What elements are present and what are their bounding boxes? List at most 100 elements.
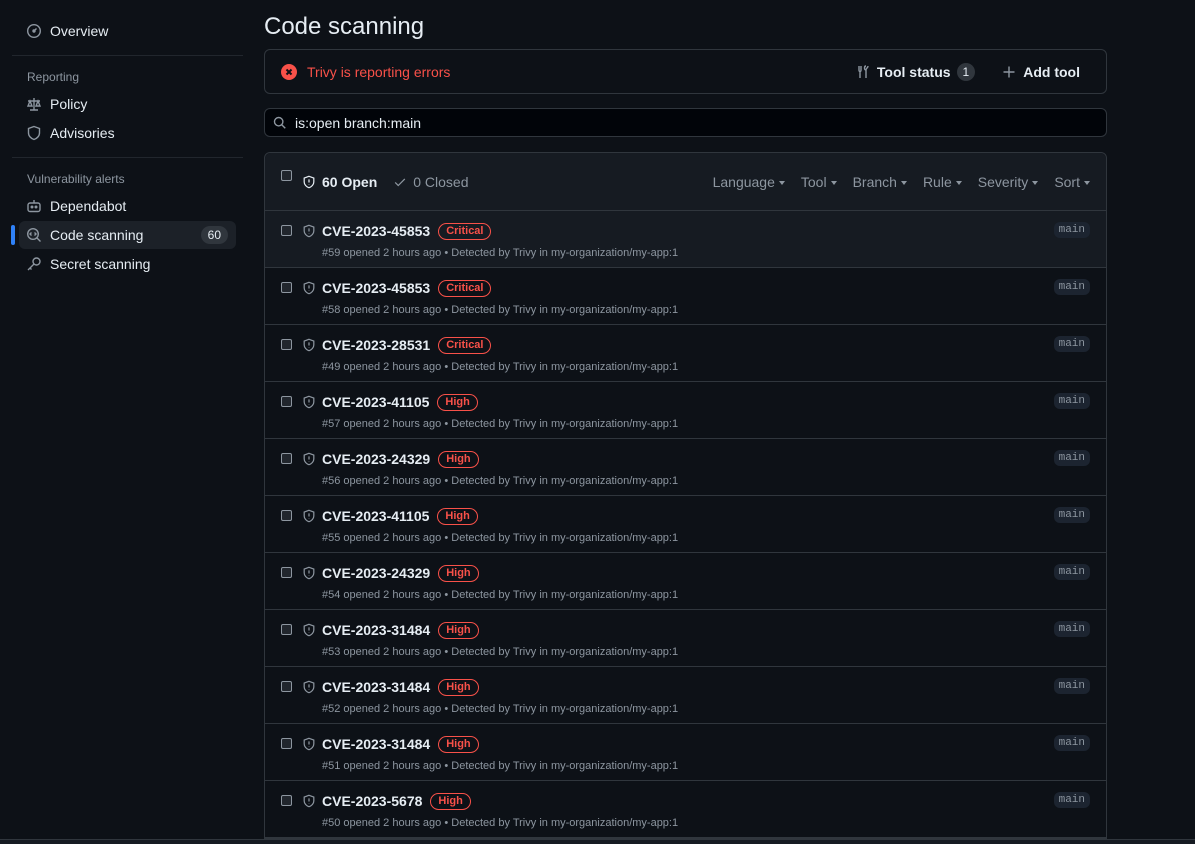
select-all-checkbox[interactable] <box>281 170 292 181</box>
alert-meta: #53 opened 2 hours ago • Detected by Tri… <box>322 646 678 658</box>
tool-filter[interactable]: Tool <box>801 174 837 190</box>
alert-row[interactable]: CVE-2023-31484 High #53 opened 2 hours a… <box>265 610 1106 667</box>
alert-title-link[interactable]: CVE-2023-45853 <box>322 280 430 296</box>
alert-opened: opened 2 hours ago <box>343 589 442 601</box>
alert-location-link[interactable]: my-organization/my-app:1 <box>551 817 678 829</box>
search-input[interactable] <box>295 114 1098 131</box>
severity-label: High <box>438 564 479 582</box>
alert-checkbox[interactable] <box>281 795 292 806</box>
alert-row[interactable]: CVE-2023-28531 Critical #49 opened 2 hou… <box>265 325 1106 382</box>
alert-title-link[interactable]: CVE-2023-31484 <box>322 622 430 638</box>
alert-checkbox[interactable] <box>281 738 292 749</box>
alert-title-link[interactable]: CVE-2023-45853 <box>322 223 430 239</box>
alert-detected-prefix: • Detected by <box>444 760 510 772</box>
sidebar-divider <box>12 157 243 158</box>
alert-location-link[interactable]: my-organization/my-app:1 <box>551 589 678 601</box>
search-bar[interactable] <box>264 108 1107 137</box>
sort-menu[interactable]: Sort <box>1054 174 1090 190</box>
alert-detected-prefix: • Detected by <box>444 817 510 829</box>
alert-number: #57 <box>322 418 341 430</box>
alert-location-link[interactable]: my-organization/my-app:1 <box>551 361 678 373</box>
alert-location-link[interactable]: my-organization/my-app:1 <box>551 760 678 772</box>
x-circle-icon <box>281 63 297 80</box>
alert-title-link[interactable]: CVE-2023-41105 <box>322 508 429 524</box>
alert-detected-prefix: • Detected by <box>444 475 510 487</box>
alert-opened: opened 2 hours ago <box>343 646 442 658</box>
alert-tool: Trivy <box>512 475 537 487</box>
alert-location-link[interactable]: my-organization/my-app:1 <box>551 703 678 715</box>
alert-number: #53 <box>322 646 341 658</box>
alert-title-link[interactable]: CVE-2023-28531 <box>322 337 430 353</box>
alert-location-link[interactable]: my-organization/my-app:1 <box>551 532 678 544</box>
sidebar-item-label: Dependabot <box>50 198 127 214</box>
tool-status-button[interactable]: Tool status 1 <box>855 62 976 81</box>
shield-alert-icon <box>302 281 316 295</box>
severity-filter[interactable]: Severity <box>978 174 1039 190</box>
alert-number: #58 <box>322 304 341 316</box>
alert-row[interactable]: CVE-2023-41105 High #57 opened 2 hours a… <box>265 382 1106 439</box>
error-banner-text: Trivy is reporting errors <box>307 63 451 80</box>
severity-label: High <box>437 507 478 525</box>
closed-filter[interactable]: 0 Closed <box>393 174 469 190</box>
alert-title-link[interactable]: CVE-2023-5678 <box>322 793 422 809</box>
alert-title-link[interactable]: CVE-2023-41105 <box>322 394 429 410</box>
alert-row[interactable]: CVE-2023-45853 Critical #58 opened 2 hou… <box>265 268 1106 325</box>
alert-checkbox[interactable] <box>281 282 292 293</box>
alert-in: in <box>539 703 548 715</box>
open-filter[interactable]: 60 Open <box>302 174 377 190</box>
alert-number: #50 <box>322 817 341 829</box>
sidebar-item-secret-scanning[interactable]: Secret scanning <box>12 250 243 278</box>
alert-checkbox[interactable] <box>281 681 292 692</box>
alert-title-link[interactable]: CVE-2023-24329 <box>322 451 430 467</box>
alert-location-link[interactable]: my-organization/my-app:1 <box>551 418 678 430</box>
rule-filter[interactable]: Rule <box>923 174 962 190</box>
tool-status-label: Tool status <box>876 63 951 80</box>
alert-checkbox[interactable] <box>281 396 292 407</box>
tools-icon <box>858 64 869 78</box>
filter-menus: Language Tool Branch Rule Severity Sort <box>697 174 1090 190</box>
alert-meta: #55 opened 2 hours ago • Detected by Tri… <box>322 532 678 544</box>
alert-location-link[interactable]: my-organization/my-app:1 <box>551 304 678 316</box>
alert-checkbox[interactable] <box>281 453 292 464</box>
alert-detected-prefix: • Detected by <box>444 532 510 544</box>
alert-title-link[interactable]: CVE-2023-24329 <box>322 565 430 581</box>
alert-meta: #51 opened 2 hours ago • Detected by Tri… <box>322 760 678 772</box>
alert-in: in <box>539 532 548 544</box>
alert-opened: opened 2 hours ago <box>343 304 442 316</box>
alert-checkbox[interactable] <box>281 567 292 578</box>
check-icon <box>395 178 406 186</box>
sidebar-item-policy[interactable]: Policy <box>12 90 243 118</box>
alert-row[interactable]: CVE-2023-41105 High #55 opened 2 hours a… <box>265 496 1106 553</box>
alert-row[interactable]: CVE-2023-45853 Critical #59 opened 2 hou… <box>265 211 1106 268</box>
alert-tool: Trivy <box>512 589 537 601</box>
sidebar-item-code-scanning[interactable]: Code scanning 60 <box>11 221 236 249</box>
alert-location-link[interactable]: my-organization/my-app:1 <box>551 247 678 259</box>
alert-row[interactable]: CVE-2023-31484 High #52 opened 2 hours a… <box>265 667 1106 724</box>
language-filter[interactable]: Language <box>713 174 785 190</box>
alert-location-link[interactable]: my-organization/my-app:1 <box>551 475 678 487</box>
alert-location-link[interactable]: my-organization/my-app:1 <box>551 646 678 658</box>
alert-row[interactable]: CVE-2023-5678 High #50 opened 2 hours ag… <box>265 781 1106 838</box>
alert-tool: Trivy <box>512 247 537 259</box>
branch-label: main <box>1053 393 1090 409</box>
alert-row[interactable]: CVE-2023-24329 High #54 opened 2 hours a… <box>265 553 1106 610</box>
alert-title-link[interactable]: CVE-2023-31484 <box>322 736 430 752</box>
alert-number: #49 <box>322 361 341 373</box>
severity-label: High <box>430 792 471 810</box>
alert-row[interactable]: CVE-2023-31484 High #51 opened 2 hours a… <box>265 724 1106 781</box>
sidebar-item-dependabot[interactable]: Dependabot <box>12 192 243 220</box>
alert-checkbox[interactable] <box>281 339 292 350</box>
branch-label: main <box>1053 279 1090 295</box>
alert-title-link[interactable]: CVE-2023-31484 <box>322 679 430 695</box>
alert-checkbox[interactable] <box>281 624 292 635</box>
sidebar-item-overview[interactable]: Overview <box>12 17 243 45</box>
alert-checkbox[interactable] <box>281 510 292 521</box>
branch-filter[interactable]: Branch <box>853 174 907 190</box>
alert-opened: opened 2 hours ago <box>343 703 442 715</box>
severity-label: High <box>438 735 479 753</box>
alert-checkbox[interactable] <box>281 225 292 236</box>
sidebar-item-advisories[interactable]: Advisories <box>12 119 243 147</box>
add-tool-button[interactable]: Add tool <box>1001 64 1080 80</box>
alert-tool: Trivy <box>512 532 537 544</box>
alert-row[interactable]: CVE-2023-24329 High #56 opened 2 hours a… <box>265 439 1106 496</box>
